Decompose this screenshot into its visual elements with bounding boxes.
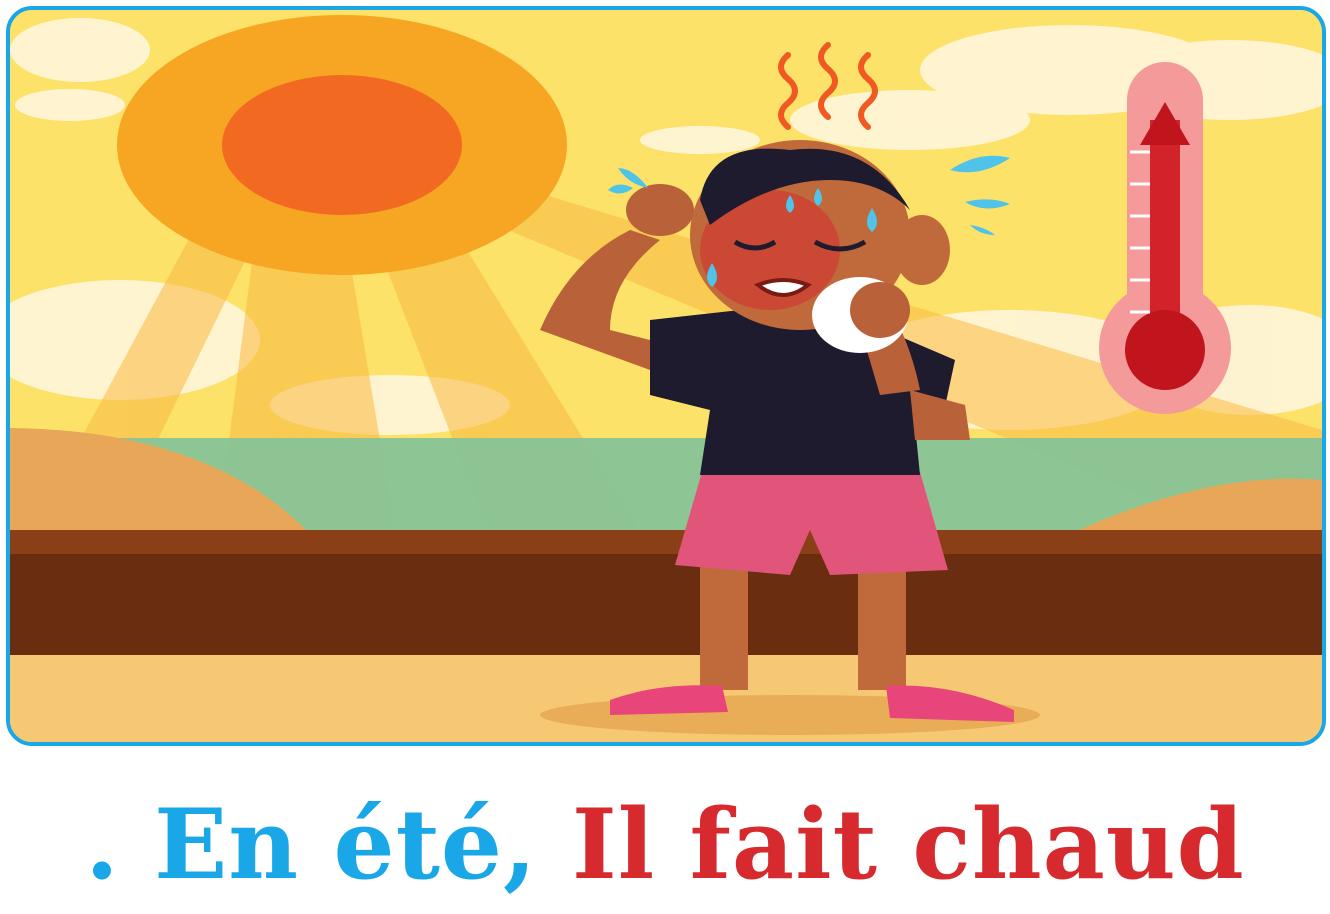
caption: . En été, Il fait chaud xyxy=(0,790,1330,900)
summer-illustration xyxy=(10,10,1322,742)
sun-icon xyxy=(117,15,567,275)
illustration-frame xyxy=(6,6,1326,746)
caption-season: . En été, xyxy=(85,788,538,901)
caption-weather: Il fait chaud xyxy=(571,788,1245,901)
